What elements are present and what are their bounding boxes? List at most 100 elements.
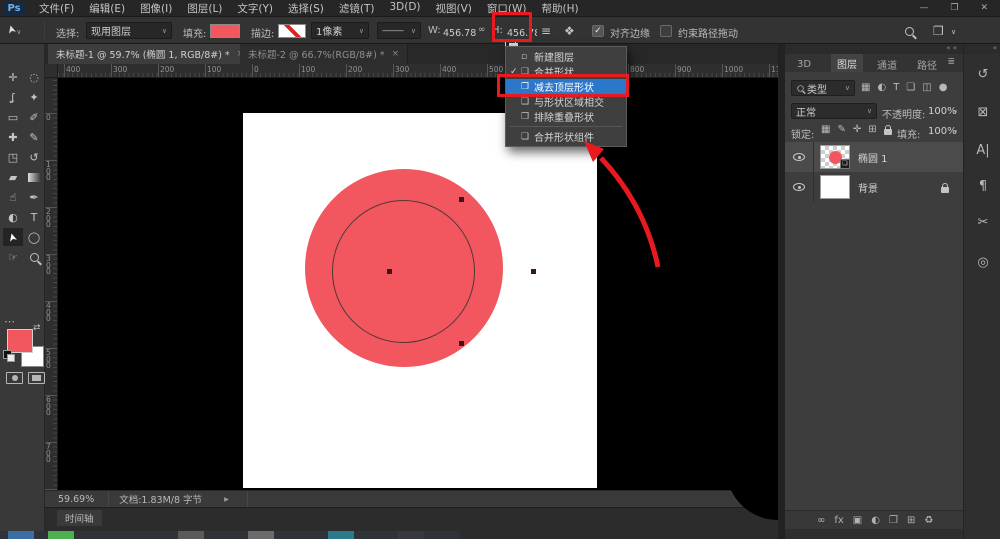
zoom-tool[interactable] bbox=[24, 248, 44, 266]
path-arrangement-icon[interactable]: ❖ bbox=[564, 24, 575, 38]
align-edges-checkbox[interactable]: ✓ bbox=[592, 25, 604, 37]
pen-tool[interactable]: ✒ bbox=[24, 188, 44, 206]
properties-panel-icon[interactable]: ✂ bbox=[971, 210, 995, 234]
fill-color-swatch[interactable] bbox=[210, 24, 240, 38]
blend-mode-dropdown[interactable]: 正常∨ bbox=[791, 103, 877, 119]
panel-tab-通道[interactable]: 通道 bbox=[871, 56, 903, 72]
menu-item-0[interactable]: 文件(F) bbox=[39, 1, 74, 16]
clone-source-panel-icon[interactable]: ⊠ bbox=[971, 100, 995, 124]
stroke-width-field[interactable]: 1像素∨ bbox=[311, 22, 369, 39]
layer-thumbnail[interactable] bbox=[820, 175, 850, 199]
link-layers-icon[interactable]: ∞ bbox=[817, 515, 825, 526]
eyedropper-tool[interactable]: ✐ bbox=[24, 108, 44, 126]
menu-item-5[interactable]: 选择(S) bbox=[288, 1, 324, 16]
document-canvas[interactable] bbox=[243, 113, 597, 488]
smudge-tool[interactable]: ☝ bbox=[3, 188, 23, 206]
filter-pixel-layers-icon[interactable]: ▦ bbox=[861, 82, 870, 93]
default-colors-icon[interactable] bbox=[3, 350, 12, 359]
strip-collapse-icon[interactable]: « bbox=[964, 44, 1000, 54]
opacity-caret-icon[interactable]: ∨ bbox=[953, 108, 958, 116]
filter-shape-layers-icon[interactable]: ❏ bbox=[906, 82, 915, 93]
layer-thumbnail[interactable]: ❏ bbox=[820, 145, 850, 169]
menu-item-10[interactable]: 帮助(H) bbox=[542, 1, 579, 16]
dock-collapse-bar[interactable]: « « bbox=[785, 44, 963, 54]
gradient-tool[interactable] bbox=[24, 168, 44, 186]
menu-item-3[interactable]: 图层(L) bbox=[187, 1, 222, 16]
tool-preset-icon[interactable]: ➤∨ bbox=[7, 23, 21, 36]
panel-tab-3D[interactable]: 3D bbox=[791, 56, 817, 72]
edit-toolbar-dots[interactable]: ⋯ bbox=[4, 315, 15, 328]
status-expand-icon[interactable]: ▸ bbox=[224, 494, 229, 505]
history-brush-tool[interactable]: ↺ bbox=[24, 148, 44, 166]
hand-tool[interactable]: ☞ bbox=[3, 248, 23, 266]
menu-item-merge-shape-components[interactable]: ❏合并形状组件 bbox=[506, 129, 626, 144]
path-anchor-bottom[interactable] bbox=[459, 341, 464, 346]
history-panel-icon[interactable]: ↺ bbox=[971, 62, 995, 86]
dodge-tool[interactable]: ◐ bbox=[3, 208, 23, 226]
workspace-icon[interactable]: ❒ bbox=[933, 24, 944, 38]
eraser-tool[interactable]: ▰ bbox=[3, 168, 23, 186]
document-tab-2[interactable]: 未标题-2 @ 66.7%(RGB/8#) *× bbox=[240, 44, 408, 64]
search-icon[interactable] bbox=[905, 26, 914, 39]
stroke-color-swatch[interactable] bbox=[278, 24, 306, 38]
lock-all-icon[interactable] bbox=[884, 129, 892, 135]
new-adjustment-layer-icon[interactable]: ◐ bbox=[871, 515, 880, 526]
path-selection-tool[interactable]: ➤ bbox=[3, 228, 23, 246]
add-layer-mask-icon[interactable]: ▣ bbox=[853, 515, 862, 526]
canvas-area[interactable] bbox=[58, 78, 778, 490]
menu-item-unite-shapes[interactable]: ✓❏合并形状 bbox=[506, 64, 626, 79]
panel-tab-图层[interactable]: 图层 bbox=[831, 54, 863, 72]
inner-ellipse-path[interactable] bbox=[332, 200, 475, 343]
link-dimensions-icon[interactable]: ∞ bbox=[478, 25, 486, 35]
layer-name[interactable]: 椭圆 1 bbox=[858, 150, 888, 165]
document-tab-1[interactable]: 未标题-1 @ 59.7% (椭圆 1, RGB/8#) *× bbox=[48, 44, 253, 64]
lasso-tool[interactable]: ʆ bbox=[3, 88, 23, 106]
panel-menu-icon[interactable]: ≣ bbox=[947, 57, 955, 67]
swap-colors-icon[interactable]: ⇄ bbox=[33, 323, 41, 333]
magic-wand-tool[interactable]: ✦ bbox=[24, 88, 44, 106]
layer-name[interactable]: 背景 bbox=[858, 180, 878, 195]
path-anchor-right[interactable] bbox=[531, 269, 536, 274]
new-layer-icon[interactable]: ⊞ bbox=[907, 515, 915, 526]
ellipse-shape-tool[interactable]: ◯ bbox=[24, 228, 44, 246]
filter-smart-objects-icon[interactable]: ◫ bbox=[922, 82, 931, 93]
workspace-caret-icon[interactable]: ∨ bbox=[951, 28, 956, 36]
healing-brush-tool[interactable]: ✚ bbox=[3, 128, 23, 146]
lock-artboard-icon[interactable]: ⊞ bbox=[868, 124, 876, 135]
lock-position-icon[interactable]: ✛ bbox=[853, 124, 861, 135]
move-tool[interactable]: ✛ bbox=[3, 68, 23, 86]
creative-cloud-icon[interactable]: ◎ bbox=[971, 250, 995, 274]
filter-adjustment-layers-icon[interactable]: ◐ bbox=[877, 82, 886, 93]
menu-item-2[interactable]: 图像(I) bbox=[140, 1, 172, 16]
path-anchor-left[interactable] bbox=[387, 269, 392, 274]
path-alignment-icon[interactable]: ≡ bbox=[541, 24, 551, 38]
timeline-tab[interactable]: 时间轴 bbox=[57, 510, 102, 526]
menu-item-6[interactable]: 滤镜(T) bbox=[339, 1, 375, 16]
delete-layer-icon[interactable]: ♻ bbox=[924, 515, 933, 526]
stroke-style-dropdown[interactable]: ———∨ bbox=[377, 22, 421, 39]
menu-item-4[interactable]: 文字(Y) bbox=[237, 1, 273, 16]
layer-effects-icon[interactable]: fx bbox=[834, 515, 843, 526]
zoom-percent-field[interactable]: 59.69% bbox=[58, 494, 94, 505]
screen-mode-button[interactable] bbox=[28, 372, 45, 384]
menu-item-8[interactable]: 视图(V) bbox=[436, 1, 472, 16]
brush-tool[interactable]: ✎ bbox=[24, 128, 44, 146]
clone-stamp-tool[interactable]: ◳ bbox=[3, 148, 23, 166]
new-group-icon[interactable]: ❐ bbox=[889, 515, 898, 526]
paragraph-panel-icon[interactable]: ¶ bbox=[971, 174, 995, 198]
menu-item-new-layer[interactable]: ▫新建图层 bbox=[506, 49, 626, 64]
layer-visibility-icon[interactable] bbox=[793, 183, 805, 191]
layer-visibility-icon[interactable] bbox=[793, 153, 805, 161]
lock-image-pixels-icon[interactable]: ✎ bbox=[837, 124, 845, 135]
minimize-button[interactable]: — bbox=[919, 3, 928, 13]
lock-transparent-pixels-icon[interactable]: ▦ bbox=[821, 124, 830, 135]
menu-item-1[interactable]: 编辑(E) bbox=[89, 1, 125, 16]
menu-item-7[interactable]: 3D(D) bbox=[389, 1, 420, 16]
filter-toggle-icon[interactable]: ● bbox=[939, 82, 948, 93]
menu-item-subtract-front-shape[interactable]: ❐减去顶层形状 bbox=[506, 79, 626, 94]
marquee-tool[interactable]: ◌ bbox=[24, 68, 44, 86]
menu-item-9[interactable]: 窗口(W) bbox=[487, 1, 527, 16]
crop-tool[interactable]: ▭ bbox=[3, 108, 23, 126]
close-button[interactable]: ✕ bbox=[980, 3, 988, 13]
restore-button[interactable]: ❐ bbox=[950, 3, 958, 13]
